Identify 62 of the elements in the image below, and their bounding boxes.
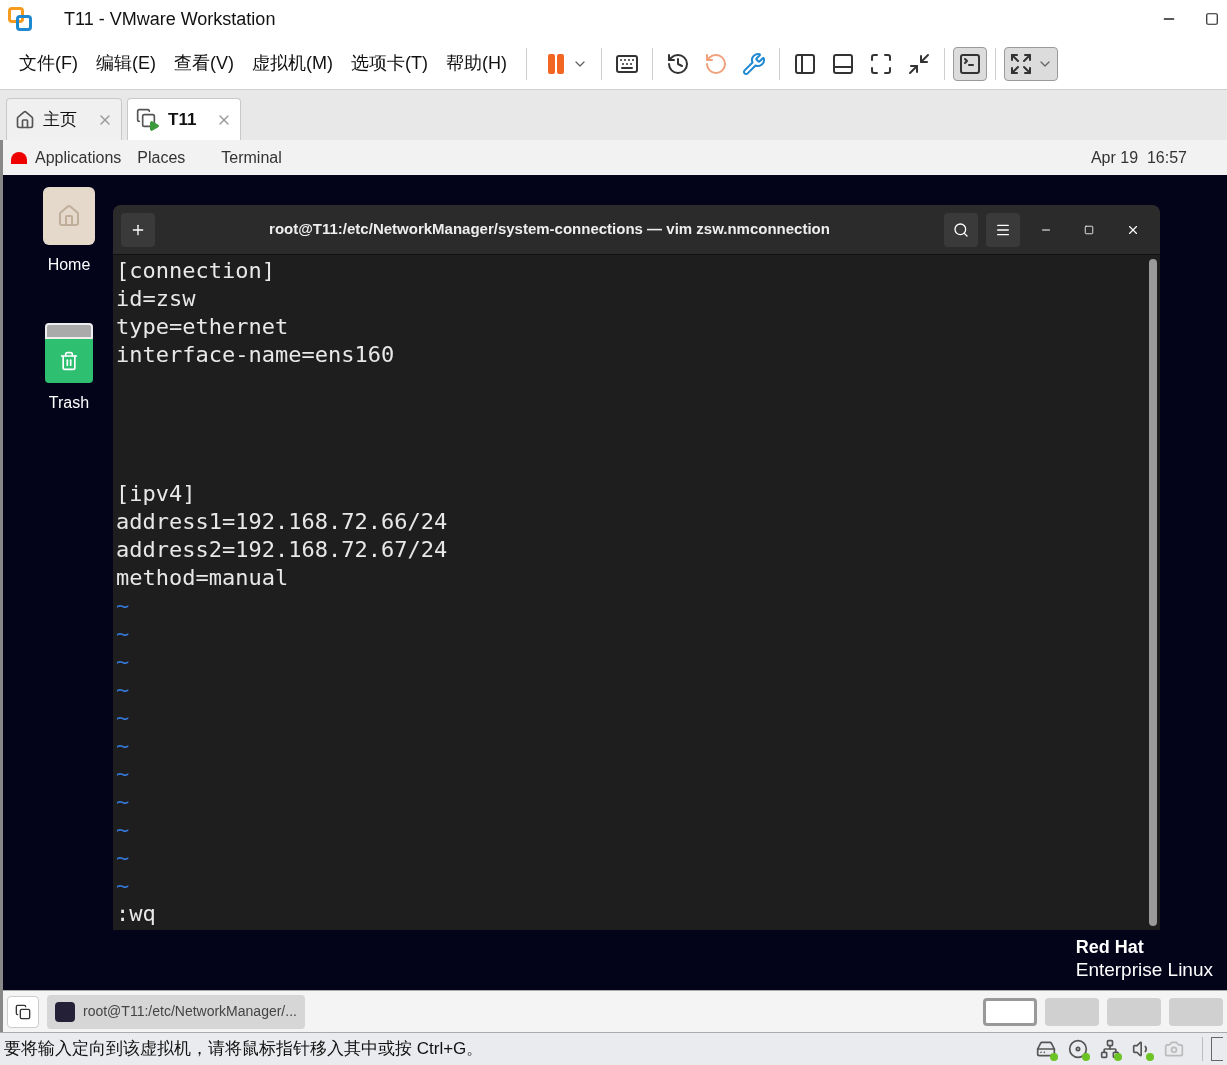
disc-icon[interactable] [1066, 1037, 1090, 1061]
desktop-icon-label: Home [47, 255, 91, 275]
logo-text: Red Hat [1075, 937, 1145, 956]
code-line: [ipv4] [116, 480, 196, 508]
menu-item[interactable]: 文件(F) [12, 46, 85, 81]
tilde-marker: ~ [116, 788, 130, 816]
workspace-thumbnail[interactable] [1107, 997, 1161, 1026]
menu-item[interactable]: 帮助(H) [438, 46, 514, 81]
tilde-marker: ~ [116, 816, 130, 844]
tilde-marker: ~ [116, 648, 130, 676]
menu-item[interactable]: 虚拟机(M) [245, 46, 340, 81]
expand-button[interactable] [1003, 46, 1058, 81]
terminal-icon [55, 1001, 75, 1022]
topbar-menu[interactable]: Terminal [221, 145, 282, 170]
menu-item[interactable]: 选项卡(T) [343, 46, 435, 81]
redhat-hat-icon [11, 151, 27, 164]
expand-icon [1008, 51, 1033, 76]
menu-item[interactable]: 查看(V) [167, 46, 241, 81]
app-logo-icon [8, 7, 32, 31]
new-tab-button[interactable] [121, 212, 155, 247]
tab[interactable]: 主页 [6, 98, 122, 140]
show-desktop-button[interactable] [7, 995, 39, 1028]
code-line: interface-name=ens160 [116, 341, 395, 369]
code-line: [connection] [116, 257, 275, 285]
search-icon [953, 221, 969, 238]
scrollbar[interactable] [1149, 259, 1157, 926]
code-line: id=zsw [116, 285, 196, 313]
tilde-marker: ~ [116, 760, 130, 788]
vm-running-icon [136, 107, 160, 132]
network-icon[interactable] [1098, 1037, 1122, 1061]
tilde-marker: ~ [116, 676, 130, 704]
terminal-icon[interactable] [952, 46, 987, 81]
code-line: method=manual [116, 564, 289, 592]
logo-text: Enterprise Linux [1075, 957, 1213, 982]
desktop-icon-label: Trash [48, 393, 90, 413]
tilde-marker: ~ [116, 844, 130, 872]
workspace-thumbnail[interactable] [1169, 997, 1223, 1026]
tilde-marker: ~ [116, 872, 130, 900]
tilde-marker: ~ [116, 620, 130, 648]
terminal-title: root@T11:/etc/NetworkManager/system-connections — vim zsw.nmconnection [268, 219, 831, 240]
window-title: T11 - VMware Workstation [64, 7, 276, 31]
workspace-thumbnail[interactable] [1045, 997, 1099, 1026]
code-line: type=ethernet [116, 313, 289, 341]
tilde-marker: ~ [116, 732, 130, 760]
topbar-menu[interactable]: Applications [35, 145, 122, 170]
menu-button[interactable] [986, 212, 1020, 247]
maximize-icon[interactable] [1205, 12, 1219, 26]
windows-icon [15, 1003, 31, 1020]
tilde-marker: ~ [116, 592, 130, 620]
tab[interactable]: T11 [127, 98, 242, 140]
search-button[interactable] [944, 212, 978, 247]
clock: Apr 19 16:57 [1090, 147, 1187, 168]
topbar-menu[interactable]: Places [137, 145, 186, 170]
taskbar-window[interactable]: root@T11:/etc/NetworkManager/... [47, 994, 305, 1029]
home-icon [15, 109, 35, 130]
status-message: 要将输入定向到该虚拟机，请将鼠标指针移入其中或按 Ctrl+G。 [4, 1038, 484, 1061]
workspace-thumbnail[interactable] [983, 997, 1037, 1026]
code-line: address1=192.168.72.66/24 [116, 508, 448, 536]
tilde-marker: ~ [116, 704, 130, 732]
code-line: address2=192.168.72.67/24 [116, 536, 448, 564]
menu-item[interactable]: 编辑(E) [89, 46, 163, 81]
command-line: :wq [116, 900, 156, 928]
